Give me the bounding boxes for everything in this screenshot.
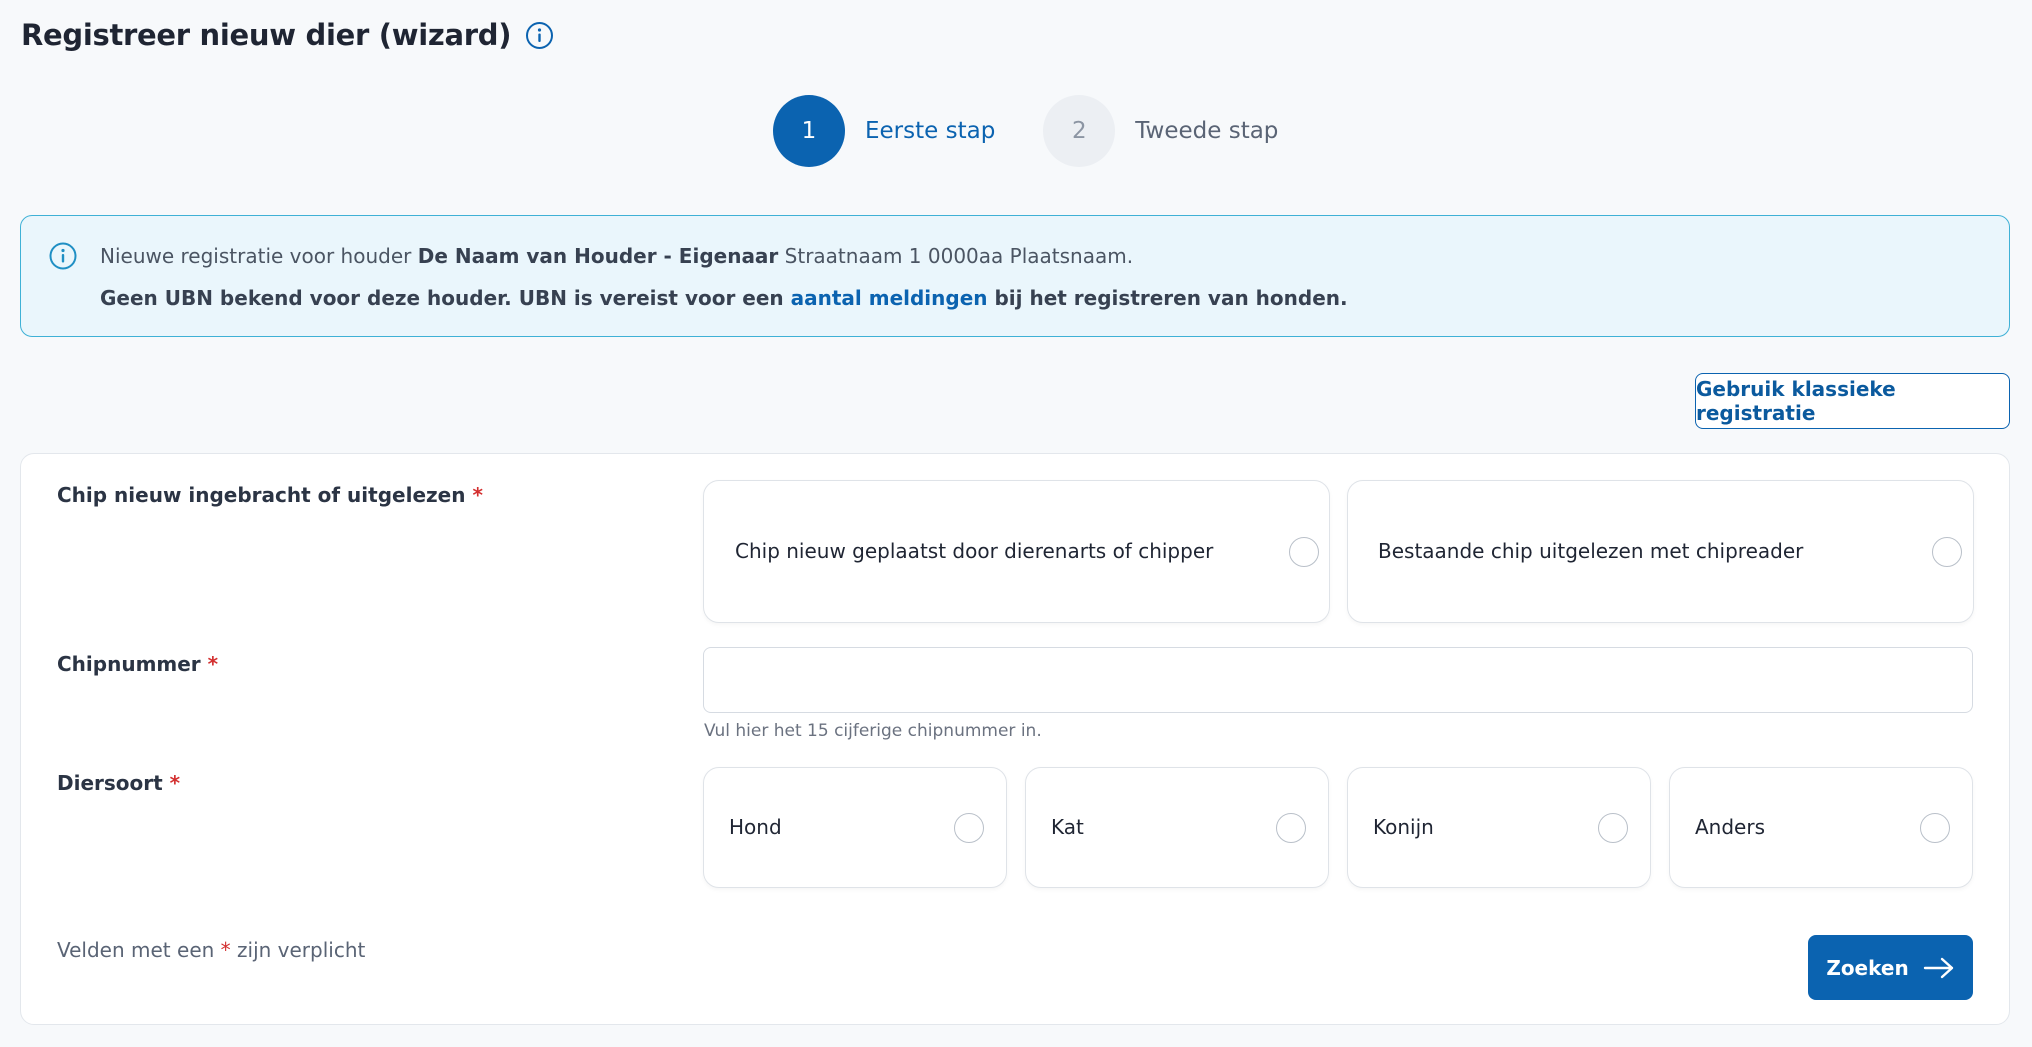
required-mark: * <box>207 652 219 676</box>
species-option-anders-radio[interactable] <box>1920 813 1950 843</box>
step-2-number: 2 <box>1043 95 1116 167</box>
species-option-hond[interactable]: Hond <box>703 767 1007 888</box>
chip-option-existing-radio[interactable] <box>1932 537 1962 567</box>
species-option-konijn-label: Konijn <box>1373 815 1434 839</box>
chipnumber-label: Chipnummer * <box>57 652 218 676</box>
chip-option-new-radio[interactable] <box>1289 537 1319 567</box>
chip-source-label-text: Chip nieuw ingebracht of uitgelezen <box>57 483 466 507</box>
species-option-anders-label: Anders <box>1695 815 1765 839</box>
classic-registration-button[interactable]: Gebruik klassieke registratie <box>1695 373 2010 429</box>
required-mark: * <box>472 483 483 507</box>
species-option-hond-label: Hond <box>729 815 782 839</box>
species-option-hond-radio[interactable] <box>954 813 984 843</box>
registration-form-card: Chip nieuw ingebracht of uitgelezen * Ch… <box>20 453 2010 1025</box>
chipnumber-label-text: Chipnummer <box>57 652 201 676</box>
required-mark: * <box>169 771 181 795</box>
alert-ubn-line: Geen UBN bekend voor deze houder. UBN is… <box>100 286 1348 310</box>
required-note-after: zijn verplicht <box>230 938 366 962</box>
step-1-number: 1 <box>773 95 845 167</box>
chip-option-existing-label: Bestaande chip uitgelezen met chipreader <box>1378 539 1804 563</box>
required-mark: * <box>220 938 231 962</box>
species-label: Diersoort * <box>57 771 180 795</box>
chip-option-new-label: Chip nieuw geplaatst door dierenarts of … <box>735 539 1214 563</box>
aantal-meldingen-link[interactable]: aantal meldingen <box>791 286 988 310</box>
step-1[interactable]: 1 Eerste stap <box>773 95 995 167</box>
alert-ubn-suffix: bij het registreren van honden. <box>987 286 1348 310</box>
species-option-kat-label: Kat <box>1051 815 1084 839</box>
chip-option-existing[interactable]: Bestaande chip uitgelezen met chipreader <box>1347 480 1974 623</box>
step-1-label: Eerste stap <box>865 118 996 144</box>
species-option-konijn[interactable]: Konijn <box>1347 767 1651 888</box>
wizard-stepper: 1 Eerste stap 2 Tweede stap <box>773 95 1278 167</box>
arrow-right-icon <box>1923 956 1955 980</box>
alert-ubn-text: Geen UBN bekend voor deze houder. UBN is… <box>100 286 791 310</box>
chip-source-label: Chip nieuw ingebracht of uitgelezen * <box>57 483 483 507</box>
species-option-kat-radio[interactable] <box>1276 813 1306 843</box>
chipnumber-input[interactable] <box>703 647 1973 713</box>
alert-holder-line: Nieuwe registratie voor houder De Naam v… <box>100 244 1133 268</box>
holder-name: De Naam van Houder - Eigenaar <box>417 244 779 268</box>
info-icon <box>48 241 78 271</box>
required-note-before: Velden met een <box>57 938 221 962</box>
chipnumber-helper: Vul hier het 15 cijferige chipnummer in. <box>704 721 1042 741</box>
species-option-kat[interactable]: Kat <box>1025 767 1329 888</box>
page-header: Registreer nieuw dier (wizard) <box>21 18 554 52</box>
step-2[interactable]: 2 Tweede stap <box>1043 95 1278 167</box>
page-title: Registreer nieuw dier (wizard) <box>21 18 512 52</box>
info-icon[interactable] <box>525 21 554 50</box>
search-button[interactable]: Zoeken <box>1808 935 1973 1000</box>
holder-address: Straatnaam 1 0000aa Plaatsnaam. <box>778 244 1134 268</box>
chip-option-new[interactable]: Chip nieuw geplaatst door dierenarts of … <box>703 480 1330 623</box>
step-2-label: Tweede stap <box>1135 118 1279 144</box>
alert-prefix: Nieuwe registratie voor houder <box>100 244 418 268</box>
search-button-label: Zoeken <box>1826 955 1909 980</box>
species-option-konijn-radio[interactable] <box>1598 813 1628 843</box>
info-alert: Nieuwe registratie voor houder De Naam v… <box>20 215 2010 337</box>
species-label-text: Diersoort <box>57 771 163 795</box>
required-fields-note: Velden met een * zijn verplicht <box>57 938 365 962</box>
species-option-anders[interactable]: Anders <box>1669 767 1973 888</box>
